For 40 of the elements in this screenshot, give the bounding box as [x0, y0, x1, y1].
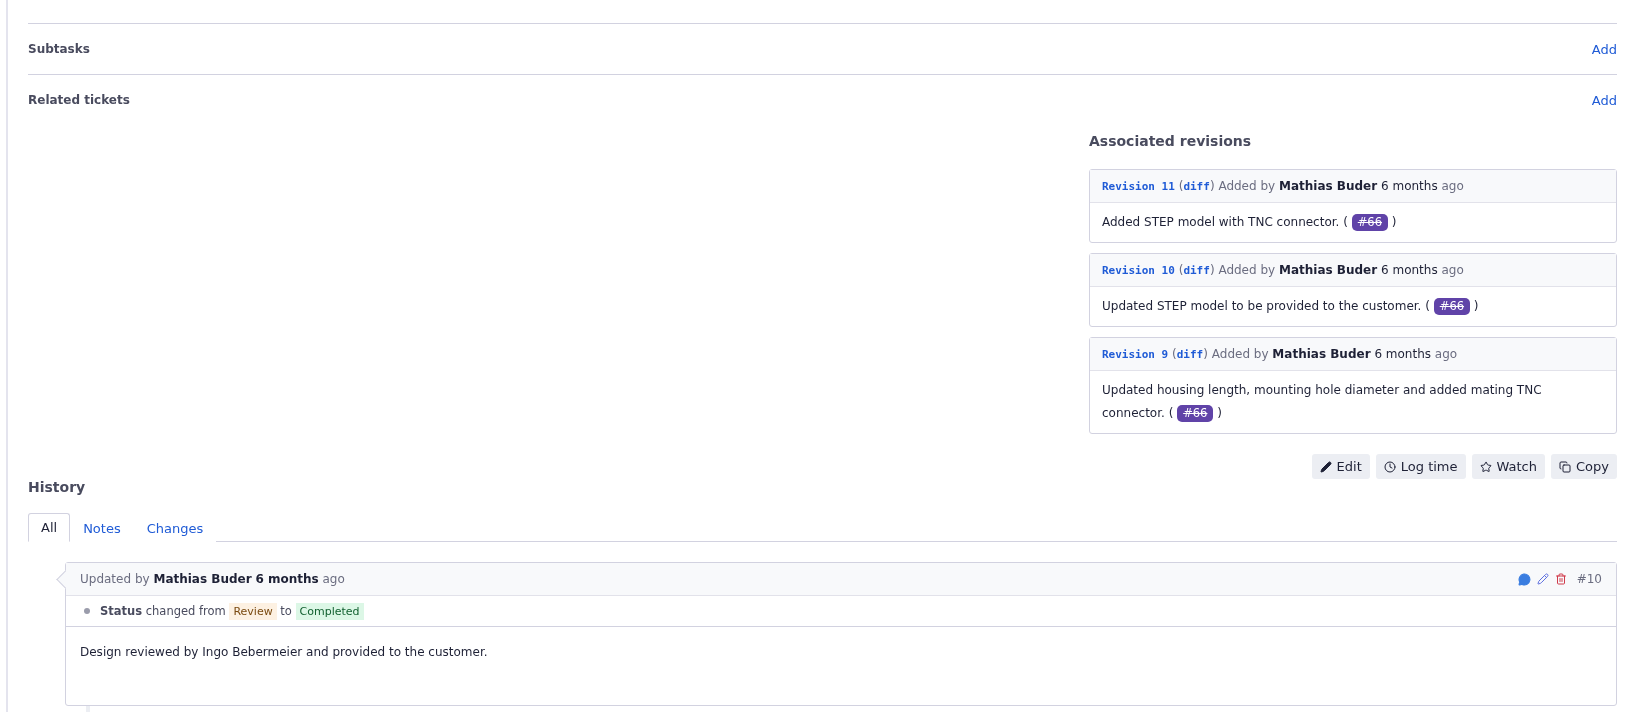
watch-button[interactable]: Watch [1471, 454, 1545, 479]
revision-message: Added STEP model with TNC connector. ( #66 ) [1101, 213, 1398, 233]
revision-message: Updated STEP model to be provided to the customer. ( #66 ) [1101, 297, 1480, 317]
diff-link[interactable]: diff [1176, 348, 1204, 361]
revision-meta: Revision 10 (diff) Added by Mathias Buder 6 months ago [1090, 254, 1616, 287]
revision-meta: Revision 9 (diff) Added by Mathias Buder 6 months ago [1090, 338, 1616, 371]
old-value-tag: Review [229, 603, 277, 620]
add-link[interactable]: Add [1591, 92, 1617, 108]
history-heading: History [28, 479, 87, 495]
revision-link[interactable]: Revision 9 [1102, 348, 1169, 361]
copy-button[interactable]: Copy [1551, 454, 1617, 479]
edit-icon[interactable] [1536, 573, 1549, 585]
copy-icon [1559, 460, 1571, 473]
section-title: Subtasks [28, 42, 90, 56]
pencil-icon [1319, 460, 1332, 473]
bullet-icon [84, 608, 90, 614]
history-tab[interactable]: All [28, 513, 71, 542]
issue-link[interactable]: #66 [1351, 214, 1388, 231]
section-title: Related tickets [28, 93, 130, 107]
diff-link[interactable]: diff [1183, 180, 1210, 193]
journal-number[interactable]: #10 [1576, 572, 1602, 586]
star-icon [1479, 460, 1492, 473]
revisions-heading: Associated revisions [1089, 133, 1253, 149]
edit-button[interactable]: Edit [1311, 454, 1370, 479]
delete-icon[interactable] [1554, 573, 1567, 585]
diff-link[interactable]: diff [1183, 264, 1210, 277]
new-value-tag: Completed [295, 603, 364, 620]
clock-icon [1383, 460, 1396, 473]
change-detail: Status changed from Review to Completed [100, 604, 364, 618]
journal-header: Updated by Mathias Buder 6 months ago [80, 572, 345, 586]
issue-link[interactable]: #66 [1177, 405, 1214, 422]
add-link[interactable]: Add [1591, 41, 1617, 57]
revision-meta: Revision 11 (diff) Added by Mathias Buder 6 months ago [1090, 170, 1616, 203]
issue-link[interactable]: #66 [1433, 298, 1471, 315]
comment-icon[interactable] [1517, 572, 1531, 586]
time-button[interactable]: Log time [1375, 454, 1466, 479]
journal-note: Design reviewed by Ingo Bebermeier and provided to the customer. [79, 644, 489, 661]
revision-message: Updated housing length, mounting hole diameter and added mating TNC connector. ( #66 ) [1101, 382, 1543, 424]
revision-link[interactable]: Revision 10 [1102, 264, 1175, 277]
revision-link[interactable]: Revision 11 [1102, 180, 1175, 193]
